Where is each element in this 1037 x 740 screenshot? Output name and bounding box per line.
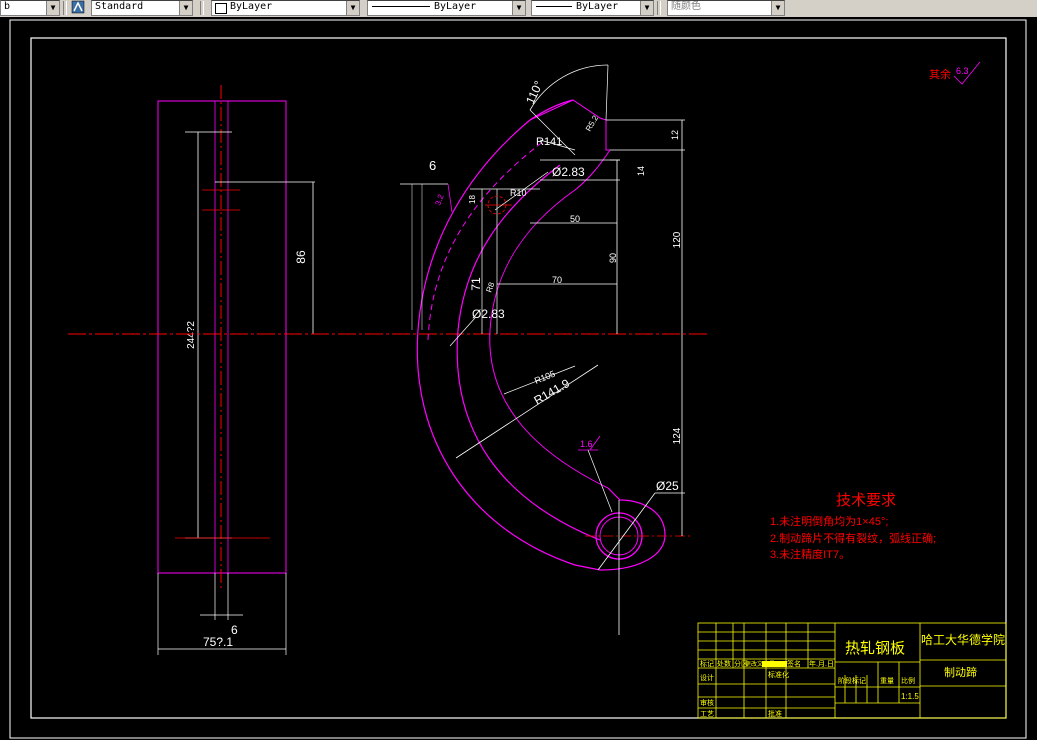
row-label-mark: 标记	[700, 659, 714, 668]
chevron-down-icon[interactable]: ▼	[46, 1, 59, 15]
dim-6-main-text: 6	[429, 158, 436, 173]
plot-style-dropdown[interactable]: 随颜色 ▼	[667, 0, 785, 16]
row-label-doc: 更改文件号	[745, 660, 775, 668]
dim-75-text: 75?.1	[203, 635, 233, 649]
roughness-inner-text: 1.6	[580, 439, 593, 449]
color-swatch-icon	[215, 3, 227, 14]
canvas-background	[0, 17, 1037, 740]
row-label-date: 年.月.日	[809, 659, 834, 668]
lineweight-sample-icon	[536, 5, 572, 7]
chevron-down-icon[interactable]: ▼	[179, 1, 192, 15]
dim-244-text: 244?2	[186, 321, 197, 349]
lineweight-dropdown[interactable]: ByLayer ▼	[531, 0, 654, 16]
process-label: 工艺	[700, 710, 714, 718]
design-label: 设计	[700, 673, 714, 682]
ratio-label: 比例	[901, 676, 915, 685]
dim-90-text: 90	[608, 253, 618, 263]
approve-label: 批准	[768, 709, 782, 718]
weight-label: 重量	[880, 677, 894, 685]
linetype-value: ByLayer	[434, 1, 477, 12]
text-style-value: Standard	[95, 1, 144, 12]
text-style-icon[interactable]	[71, 0, 85, 14]
tech-req-item-3: 3.未注精度IT7。	[770, 547, 850, 561]
tech-req-title: 技术要求	[836, 492, 896, 509]
part-name-text: 制动蹄	[944, 665, 977, 679]
dim-14-text: 14	[636, 166, 646, 176]
left-cut-text: b	[4, 1, 11, 12]
dim-86-text: 86	[294, 250, 308, 264]
tech-req-item-1: 1.未注明倒角均为1×45°;	[770, 514, 888, 528]
dim-50-text: 50	[570, 214, 580, 224]
scale-text: 1:1.5	[901, 692, 919, 701]
plot-style-value: 随颜色	[671, 1, 701, 12]
dim-120-text: 120	[672, 231, 683, 248]
dim-124-text: 124	[672, 427, 683, 444]
linetype-dropdown[interactable]: ByLayer ▼	[367, 0, 526, 16]
dim-dia-top-text: Ø2.83	[552, 165, 585, 179]
chevron-down-icon[interactable]: ▼	[346, 1, 359, 15]
chevron-down-icon[interactable]: ▼	[512, 1, 525, 15]
dim-71-text: 71	[469, 277, 483, 291]
dim-12-text: 12	[670, 130, 680, 140]
row-label-count: 处数	[717, 659, 731, 668]
dim-small-b-text: 18	[468, 195, 477, 204]
lineweight-value: ByLayer	[576, 1, 619, 12]
toolbar-separator	[63, 1, 67, 15]
school-text: 哈工大华德学院	[921, 632, 1005, 647]
text-style-dropdown[interactable]: Standard ▼	[91, 0, 193, 16]
dim-dia-left-text: Ø2.83	[472, 307, 505, 321]
roughness-other-value: 6.3	[956, 66, 969, 76]
tech-req-item-2: 2.制动蹄片不得有裂纹，弧线正确;	[770, 531, 936, 545]
dim-70-text: 70	[552, 275, 562, 285]
row-label-sign: 签名	[787, 659, 801, 668]
layer-color-value: ByLayer	[230, 1, 273, 12]
chevron-down-icon[interactable]: ▼	[771, 1, 784, 15]
toolbar-separator	[200, 1, 204, 15]
layer-color-dropdown[interactable]: ByLayer ▼	[211, 0, 360, 16]
standardize-label: 标准化	[768, 670, 789, 679]
dim-dia25-text: Ø25	[656, 479, 679, 493]
drawing-canvas[interactable]: 86 244?2 75?.1 6 110° 12 14 120 124 90 5…	[0, 17, 1037, 740]
linetype-sample-icon	[372, 5, 430, 7]
dim-r141-top-text: R141	[536, 136, 562, 148]
toolbar-separator	[657, 1, 661, 15]
roughness-other-label: 其余	[929, 67, 951, 81]
properties-toolbar: b ▼ Standard ▼ ByLayer ▼ ByLayer ▼ ByLay…	[0, 0, 1037, 18]
chevron-down-icon[interactable]: ▼	[640, 1, 653, 15]
stage-label: 阶段标记	[838, 676, 866, 685]
material-text: 热轧钢板	[845, 639, 905, 657]
dim-6-side-text: 6	[231, 623, 238, 637]
left-cut-dropdown[interactable]: b ▼	[0, 0, 60, 16]
review-label: 审核	[700, 698, 714, 707]
